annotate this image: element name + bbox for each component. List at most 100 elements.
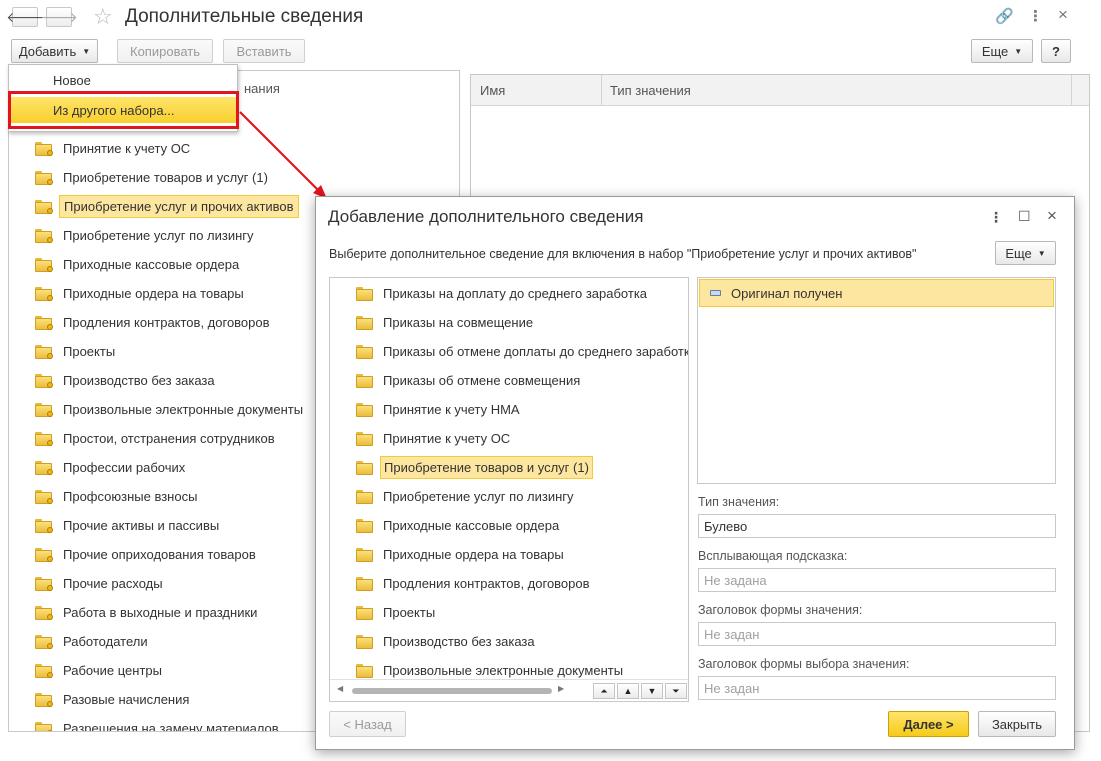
- back-button[interactable]: 🡐: [6, 7, 44, 27]
- more-vertical-icon[interactable]: ⋮: [1028, 7, 1043, 25]
- more-button[interactable]: Еще ▼: [971, 39, 1033, 63]
- tree-item[interactable]: Профсоюзные взносы: [35, 485, 201, 507]
- maximize-icon[interactable]: ☐: [1018, 208, 1031, 225]
- folder-icon: [35, 432, 53, 446]
- move-top-button[interactable]: ⏶: [593, 683, 615, 699]
- tree-item[interactable]: Простои, отстранения сотрудников: [35, 427, 279, 449]
- tree-item[interactable]: Профессии рабочих: [35, 456, 189, 478]
- choice-title-field[interactable]: Не задан: [698, 676, 1056, 700]
- tree-item[interactable]: Приказы на совмещение: [356, 311, 536, 333]
- tree-item[interactable]: Произвольные электронные документы: [356, 659, 626, 681]
- tree-item[interactable]: Работа в выходные и праздники: [35, 601, 261, 623]
- folder-icon: [35, 403, 53, 417]
- tree-item-label: Произвольные электронные документы: [383, 662, 624, 678]
- tree-item[interactable]: Приказы на доплату до среднего заработка: [356, 282, 650, 304]
- tree-item[interactable]: Производство без заказа: [35, 369, 219, 391]
- tree-item[interactable]: Работодатели: [35, 630, 152, 652]
- move-down-button[interactable]: ▼: [641, 683, 663, 699]
- scroll-right-icon[interactable]: ▶: [558, 684, 564, 693]
- folder-icon: [356, 577, 373, 591]
- move-bottom-button[interactable]: ⏷: [665, 683, 687, 699]
- next-button[interactable]: Далее >: [888, 711, 969, 737]
- tree-item[interactable]: Продления контрактов, договоров: [35, 311, 274, 333]
- scroll-left-icon[interactable]: ◀: [337, 684, 343, 693]
- tree-item[interactable]: Разовые начисления: [35, 688, 193, 710]
- tree-item[interactable]: Приказы об отмене доплаты до среднего за…: [356, 340, 689, 362]
- tree-item[interactable]: Проекты: [35, 340, 119, 362]
- move-top-icon: ⏶: [600, 685, 608, 696]
- tree-item-label: Работа в выходные и праздники: [63, 604, 258, 620]
- tree-item[interactable]: Продления контрактов, договоров: [356, 572, 593, 594]
- horizontal-scrollbar[interactable]: ◀ ▶ ⏶ ▲ ▼ ⏷: [330, 679, 688, 701]
- tree-item-label: Принятие к учету ОС: [383, 430, 511, 446]
- tree-item[interactable]: Принятие к учету ОС: [35, 137, 194, 159]
- folder-icon: [35, 548, 53, 562]
- tree-item[interactable]: Принятие к учету НМА: [356, 398, 523, 420]
- tree-item-label: Приказы об отмене доплаты до среднего за…: [383, 343, 689, 359]
- folder-icon: [35, 635, 53, 649]
- tree-item[interactable]: Производство без заказа: [356, 630, 538, 652]
- tree-item[interactable]: Приходные кассовые ордера: [356, 514, 562, 536]
- tree-item[interactable]: Прочие расходы: [35, 572, 167, 594]
- value-type-field[interactable]: Булево: [698, 514, 1056, 538]
- folder-icon: [35, 345, 53, 359]
- folder-icon: [356, 490, 373, 504]
- folder-icon: [356, 374, 373, 388]
- tree-item[interactable]: Приобретение услуг по лизингу: [35, 224, 258, 246]
- tree-item[interactable]: Принятие к учету ОС: [356, 427, 513, 449]
- folder-icon: [356, 664, 373, 678]
- tree-item[interactable]: Проекты: [356, 601, 438, 623]
- favorite-star-icon[interactable]: ☆: [93, 4, 113, 30]
- tree-item-label: Принятие к учету НМА: [383, 401, 520, 417]
- back-button[interactable]: < Назад: [329, 711, 406, 737]
- tree-item[interactable]: Разрешения на замену материалов: [35, 717, 283, 731]
- tree-item[interactable]: Приобретение товаров и услуг (1): [356, 455, 593, 479]
- tree-item[interactable]: Приходные ордера на товары: [35, 282, 248, 304]
- scrollbar-thumb[interactable]: [352, 688, 552, 694]
- chevron-down-icon: ▼: [1037, 248, 1046, 258]
- add-button[interactable]: Добавить ▼: [11, 39, 98, 63]
- close-icon[interactable]: ×: [1047, 206, 1057, 226]
- tree-item[interactable]: Рабочие центры: [35, 659, 166, 681]
- tree-item-label: Приобретение услуг по лизингу: [383, 488, 574, 504]
- dialog-title: Добавление дополнительного сведения: [328, 207, 644, 226]
- more-vertical-icon[interactable]: ⋮: [989, 209, 1003, 226]
- paste-button[interactable]: Вставить: [223, 39, 305, 63]
- folder-icon: [35, 461, 53, 475]
- tree-item[interactable]: Приходные кассовые ордера: [35, 253, 243, 275]
- close-button[interactable]: Закрыть: [978, 711, 1056, 737]
- copy-button[interactable]: Копировать: [117, 39, 213, 63]
- tree-item[interactable]: Приходные ордера на товары: [356, 543, 567, 565]
- folder-icon: [35, 664, 53, 678]
- move-bottom-icon: ⏷: [672, 685, 680, 696]
- column-value-type[interactable]: Тип значения: [601, 75, 691, 106]
- link-icon[interactable]: 🔗: [995, 7, 1014, 25]
- folder-icon: [356, 606, 373, 620]
- tree-item-label: Приходные кассовые ордера: [63, 256, 240, 272]
- move-up-button[interactable]: ▲: [617, 683, 639, 699]
- list-item[interactable]: Оригинал получен: [699, 279, 1054, 307]
- dialog-more-button[interactable]: Еще ▼: [995, 241, 1056, 265]
- choice-title-label: Заголовок формы выбора значения:: [698, 657, 910, 671]
- tree-item[interactable]: Произвольные электронные документы: [35, 398, 307, 420]
- help-button[interactable]: ?: [1041, 39, 1071, 63]
- annotation-arrow: [239, 111, 327, 199]
- tree-item-label: Продления контрактов, договоров: [63, 314, 270, 330]
- form-title-field[interactable]: Не задан: [698, 622, 1056, 646]
- tree-item[interactable]: Прочие оприходования товаров: [35, 543, 260, 565]
- tree-item[interactable]: Приказы об отмене совмещения: [356, 369, 583, 391]
- folder-icon: [356, 461, 373, 475]
- tooltip-field[interactable]: Не задана: [698, 568, 1056, 592]
- close-icon[interactable]: ×: [1058, 5, 1068, 25]
- tree-item-label: Прочие активы и пассивы: [63, 517, 220, 533]
- selected-properties-list[interactable]: Оригинал получен: [697, 277, 1056, 484]
- tree-item[interactable]: Прочие активы и пассивы: [35, 514, 223, 536]
- column-name[interactable]: Имя: [471, 75, 505, 106]
- forward-button[interactable]: 🡒: [40, 7, 78, 27]
- tree-item-label: Проекты: [383, 604, 436, 620]
- menu-item-new[interactable]: Новое: [9, 67, 237, 93]
- boolean-property-icon: [710, 290, 721, 296]
- tree-item[interactable]: Приобретение услуг по лизингу: [356, 485, 577, 507]
- tree-item-label: Профессии рабочих: [63, 459, 186, 475]
- dialog-sets-tree[interactable]: Приказы на доплату до среднего заработка…: [329, 277, 689, 702]
